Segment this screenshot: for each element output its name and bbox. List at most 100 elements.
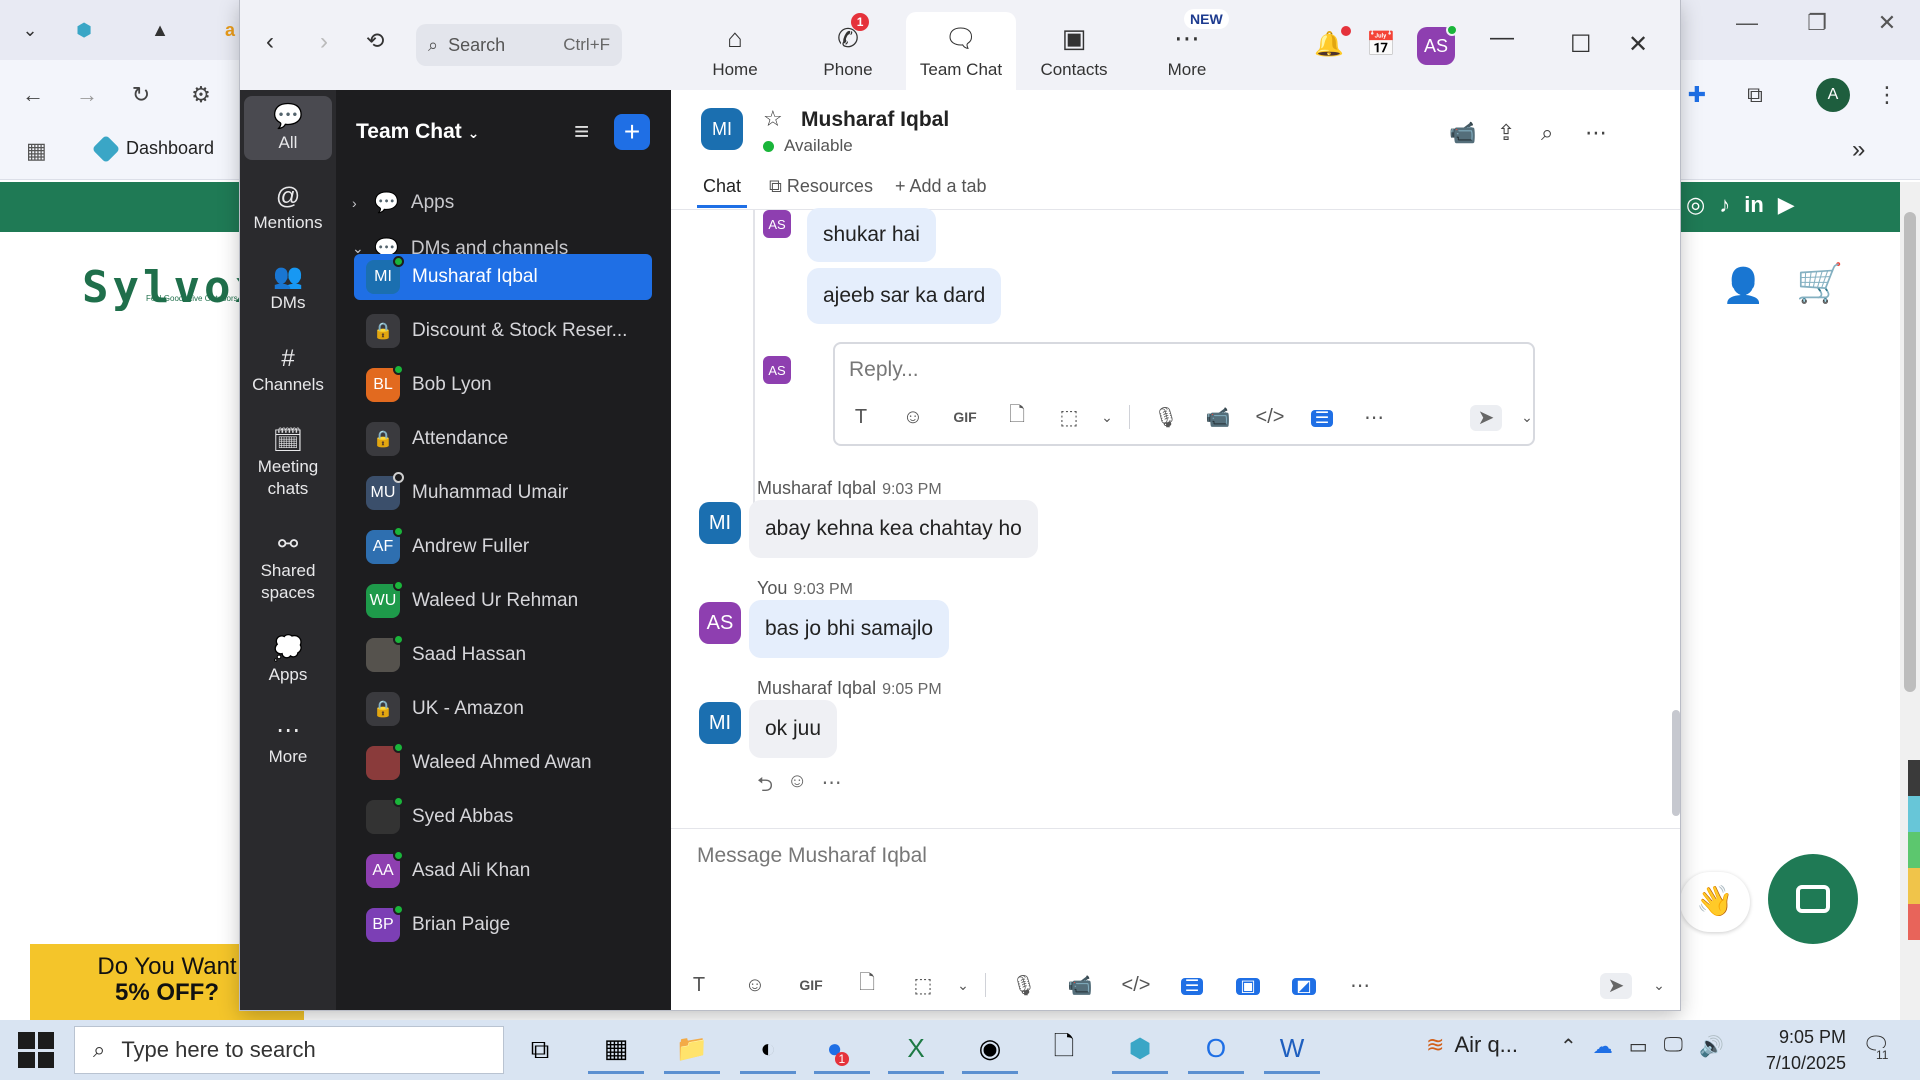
file-icon[interactable]: 🗋 [991, 400, 1043, 434]
zoom-app-icon[interactable]: ● 1 [814, 1026, 870, 1074]
message-avatar[interactable]: MI [699, 702, 741, 744]
calculator-icon[interactable]: ▦ [588, 1026, 644, 1074]
mic-icon[interactable]: 🎙 [1140, 405, 1192, 430]
close-icon[interactable]: ✕ [1628, 30, 1648, 59]
tab-search-button[interactable]: ⌄ [10, 12, 50, 48]
apps-grid-icon[interactable]: ▦ [26, 138, 47, 164]
thread-message[interactable]: shukar hai [807, 208, 936, 262]
app-icon[interactable]: ⬢ [1112, 1026, 1168, 1074]
channel-item[interactable]: MI Musharaf Iqbal [354, 254, 652, 300]
rail-shared-spaces[interactable]: ⚯ Shared spaces [244, 533, 332, 604]
add-reaction-icon[interactable]: ☺ [787, 770, 807, 804]
rail-apps[interactable]: 💭 Apps [244, 637, 332, 686]
outlook-icon[interactable]: O [1188, 1026, 1244, 1074]
chevron-down-icon[interactable]: ⌄ [1095, 409, 1119, 426]
calendar-icon[interactable]: 📅 [1366, 30, 1396, 59]
message-input[interactable]: Message Musharaf Iqbal [697, 844, 927, 868]
network-icon[interactable]: 🖵 [1664, 1034, 1683, 1059]
chrome-icon[interactable]: ◉ [962, 1026, 1018, 1074]
tab-favicon[interactable]: ⬢ [64, 12, 104, 48]
channel-item[interactable]: WU Waleed Ur Rehman [354, 578, 652, 624]
message-avatar[interactable]: MI [699, 502, 741, 544]
tab-more[interactable]: ⋯ NEW More [1132, 9, 1242, 90]
screenshot-icon[interactable]: ⬚ [1043, 405, 1095, 430]
channel-item[interactable]: BP Brian Paige [354, 902, 652, 948]
account-icon[interactable]: 👤 [1722, 266, 1764, 306]
emoji-icon[interactable]: ☺ [887, 406, 939, 429]
site-logo[interactable]: Sylvox [82, 262, 265, 313]
reply-input[interactable]: Reply... T ☺ GIF 🗋 ⬚ ⌄ 🎙 📹 </> ☰ ⋯ ➤ ⌄ [833, 342, 1535, 446]
clock[interactable]: 9:05 PM 7/10/2025 [1736, 1024, 1846, 1076]
code-icon[interactable]: </> [1108, 974, 1164, 997]
extensions-puzzle-icon[interactable]: ⧉ [1738, 78, 1772, 112]
start-button[interactable] [18, 1032, 54, 1068]
chat-scrollbar-thumb[interactable] [1672, 710, 1680, 816]
contact-name[interactable]: Musharaf Iqbal [801, 108, 949, 132]
text-format-icon[interactable]: T [671, 974, 727, 997]
more-icon[interactable]: ⋯ [1332, 973, 1388, 998]
thread-avatar[interactable]: AS [763, 210, 791, 238]
app-icon[interactable]: ◩ [1276, 974, 1332, 997]
linkedin-icon[interactable]: in [1744, 192, 1764, 218]
tab-add[interactable]: + Add a tab [895, 176, 987, 208]
emoji-icon[interactable]: ☺ [727, 974, 783, 997]
tab-favicon[interactable]: ▲ [140, 12, 180, 48]
video-message-icon[interactable]: 📹 [1052, 973, 1108, 998]
app-icon[interactable]: ☰ [1164, 974, 1220, 997]
screen-share-icon[interactable]: ⇪ [1497, 120, 1515, 146]
word-icon[interactable]: W [1264, 1026, 1320, 1074]
forward-icon[interactable]: → [70, 78, 104, 112]
more-icon[interactable]: ⋯ [1348, 405, 1400, 430]
section-apps[interactable]: › 💬 Apps [352, 190, 454, 215]
task-view-icon[interactable]: ⧉ [512, 1026, 568, 1074]
channel-item[interactable]: AF Andrew Fuller [354, 524, 652, 570]
user-avatar[interactable]: AS [1417, 24, 1458, 65]
rail-all[interactable]: 💬 All [244, 96, 332, 160]
send-icon[interactable]: ➤ [1588, 972, 1644, 999]
send-icon[interactable]: ➤ [1460, 404, 1512, 431]
minimize-icon[interactable]: — [1490, 24, 1514, 52]
battery-icon[interactable]: ▭ [1629, 1034, 1648, 1059]
site-chat-button[interactable] [1768, 854, 1858, 944]
nav-forward-icon[interactable]: › [320, 28, 328, 56]
file-icon[interactable]: 🗋 [839, 968, 895, 1002]
tab-resources[interactable]: ⧉ Resources [769, 176, 873, 208]
browser-menu-icon[interactable]: ⋮ [1870, 78, 1904, 112]
more-actions-icon[interactable]: ⋯ [821, 770, 841, 804]
notepad-icon[interactable]: 🗋 [1036, 1026, 1092, 1074]
channel-item[interactable]: 🔒 UK - Amazon [354, 686, 652, 732]
chevron-up-icon[interactable]: ⌃ [1560, 1034, 1577, 1059]
excel-icon[interactable]: X [888, 1026, 944, 1074]
bell-icon[interactable]: 🔔 [1314, 30, 1344, 59]
channel-item[interactable]: Syed Abbas [354, 794, 652, 840]
channel-list-title[interactable]: Team Chat ⌄ [356, 120, 479, 144]
extension-icon[interactable]: ✚ [1680, 78, 1714, 112]
chevron-down-icon[interactable]: ⌄ [1512, 409, 1542, 426]
gif-icon[interactable]: GIF [783, 977, 839, 993]
app-icon[interactable]: ▣ [1220, 974, 1276, 997]
search-icon[interactable]: ⌕ [1541, 120, 1553, 146]
rail-more[interactable]: ⋯ More [244, 719, 332, 768]
rail-channels[interactable]: # Channels [244, 347, 332, 396]
tab-chat[interactable]: Chat [697, 176, 748, 208]
zoom-search[interactable]: ⌕ Search Ctrl+F [416, 24, 622, 66]
video-call-icon[interactable]: 📹 [1449, 120, 1476, 146]
contact-avatar[interactable]: MI [701, 108, 743, 150]
taskbar-search[interactable]: ⌕ Type here to search [74, 1026, 504, 1074]
page-scrollbar-thumb[interactable] [1904, 212, 1916, 692]
bookmark-dashboard[interactable]: Dashboard [91, 134, 214, 163]
message-bubble[interactable]: ok juu [749, 700, 838, 758]
nav-back-icon[interactable]: ‹ [266, 28, 274, 56]
rail-dms[interactable]: 👥 DMs [244, 265, 332, 314]
channel-item[interactable]: Saad Hassan [354, 632, 652, 678]
chevron-down-icon[interactable]: ⌄ [1644, 977, 1674, 994]
video-message-icon[interactable]: 📹 [1192, 405, 1244, 430]
tab-phone[interactable]: ✆ 1 Phone [793, 12, 903, 90]
chevron-down-icon[interactable]: ⌄ [951, 977, 975, 994]
rail-mentions[interactable]: @ Mentions [244, 185, 332, 234]
mic-icon[interactable]: 🎙 [996, 973, 1052, 998]
onedrive-icon[interactable]: ☁ [1593, 1034, 1613, 1059]
tab-contacts[interactable]: ▣ Contacts [1019, 12, 1129, 90]
browser-minimize-icon[interactable]: — [1722, 10, 1772, 36]
rail-meeting-chats[interactable]: 🗓 Meeting chats [244, 429, 332, 500]
